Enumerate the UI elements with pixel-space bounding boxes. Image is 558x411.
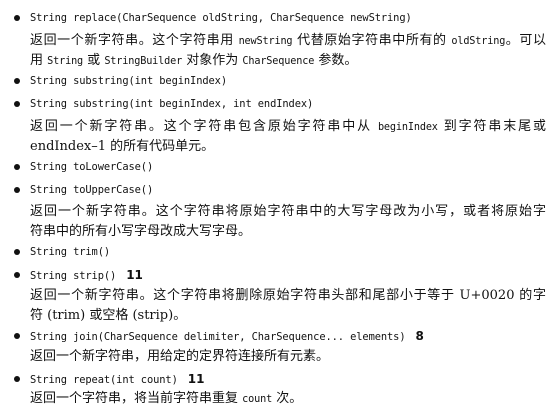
method-entry-substring: String substring(int beginIndex) bbox=[0, 71, 558, 93]
method-entry-substring-range: String substring(int beginIndex, int end… bbox=[0, 94, 558, 116]
method-entry-join: String join(CharSequence delimiter, Char… bbox=[0, 326, 558, 348]
api-method-list: String replace(CharSequence oldString, C… bbox=[0, 0, 558, 409]
bullet-icon bbox=[14, 78, 20, 84]
signature-text: String replace(CharSequence oldString, C… bbox=[30, 12, 412, 24]
description-text: 用 String 或 StringBuilder 对象作为 CharSequen… bbox=[30, 53, 358, 68]
method-description-line: 返回一个新字符串。这个字符串将原始字符串中的大写字母改为小写，或者将原始字 bbox=[0, 202, 558, 224]
bullet-icon bbox=[14, 376, 20, 382]
inline-code: beginIndex bbox=[377, 122, 438, 133]
bullet-icon bbox=[14, 272, 20, 278]
method-signature-replace: String replace(CharSequence oldString, C… bbox=[30, 9, 412, 27]
signature-text: String repeat(int count) bbox=[30, 374, 178, 386]
bullet-icon bbox=[14, 187, 20, 193]
description-text: 返回一个新字符串。这个字符串用 newString 代替原始字符串中所有的 ol… bbox=[30, 33, 546, 48]
version-badge: 8 bbox=[415, 329, 424, 343]
method-entry-tolowercase: String toLowerCase() bbox=[0, 157, 558, 179]
method-entry-repeat: String repeat(int count) 11 bbox=[0, 369, 558, 391]
version-badge: 11 bbox=[126, 268, 143, 282]
method-description-line: 符 (trim) 或空格 (strip)。 bbox=[0, 306, 558, 328]
method-description-line: 返回一个新字符串。这个字符串用 newString 代替原始字符串中所有的 ol… bbox=[0, 31, 558, 53]
signature-text: String toLowerCase() bbox=[30, 161, 154, 173]
method-signature-trim: String trim() bbox=[30, 243, 110, 261]
signature-text: String strip() bbox=[30, 270, 117, 282]
description-text: 返回一个字符串，将当前字符串重复 count 次。 bbox=[30, 391, 303, 406]
method-description-line: 返回一个新字符串，用给定的定界符连接所有元素。 bbox=[0, 347, 558, 369]
description-text: 返回一个新字符串。这个字符串包含原始字符串中从 beginIndex 到字符串末… bbox=[30, 119, 546, 134]
signature-text: String toUpperCase() bbox=[30, 184, 154, 196]
bullet-icon bbox=[14, 164, 20, 170]
inline-code: newString bbox=[238, 36, 293, 47]
inline-code: count bbox=[242, 394, 273, 405]
description-text: 返回一个新字符串。这个字符串将删除原始字符串头部和尾部小于等于 U+0020 的… bbox=[30, 288, 546, 303]
method-description-line: 返回一个新字符串。这个字符串包含原始字符串中从 beginIndex 到字符串末… bbox=[0, 117, 558, 139]
signature-text: String join(CharSequence delimiter, Char… bbox=[30, 331, 406, 343]
bullet-icon bbox=[14, 333, 20, 339]
inline-code: String bbox=[47, 56, 84, 67]
method-entry-trim: String trim() bbox=[0, 242, 558, 264]
method-description-line: 符串中的所有小写字母改成大写字母。 bbox=[0, 222, 558, 244]
method-description-line: 返回一个字符串，将当前字符串重复 count 次。 bbox=[0, 389, 558, 411]
method-description-line: 用 String 或 StringBuilder 对象作为 CharSequen… bbox=[0, 51, 558, 73]
description-text: 返回一个新字符串，用给定的定界符连接所有元素。 bbox=[30, 349, 330, 364]
method-entry-strip: String strip() 11 bbox=[0, 265, 558, 287]
version-badge: 11 bbox=[187, 372, 205, 386]
method-signature-touppercase: String toUpperCase() bbox=[30, 181, 153, 199]
method-entry-replace: String replace(CharSequence oldString, C… bbox=[0, 8, 558, 30]
method-signature-join: String join(CharSequence delimiter, Char… bbox=[30, 327, 424, 346]
method-signature-strip: String strip() 11 bbox=[30, 266, 143, 285]
description-text: 返回一个新字符串。这个字符串将原始字符串中的大写字母改为小写，或者将原始字 bbox=[30, 204, 546, 219]
method-description-line: endIndex–1 的所有代码单元。 bbox=[0, 137, 558, 159]
bullet-icon bbox=[14, 101, 20, 107]
signature-text: String substring(int beginIndex) bbox=[30, 75, 227, 87]
inline-code: StringBuilder bbox=[104, 56, 183, 67]
description-text: 符串中的所有小写字母改成大写字母。 bbox=[30, 224, 252, 239]
inline-code: oldString bbox=[451, 36, 506, 47]
description-text: 符 (trim) 或空格 (strip)。 bbox=[30, 308, 187, 323]
signature-text: String substring(int beginIndex, int end… bbox=[30, 98, 314, 110]
method-signature-substring-range: String substring(int beginIndex, int end… bbox=[30, 95, 313, 113]
method-description-line: 返回一个新字符串。这个字符串将删除原始字符串头部和尾部小于等于 U+0020 的… bbox=[0, 286, 558, 308]
bullet-icon bbox=[14, 249, 20, 255]
method-signature-tolowercase: String toLowerCase() bbox=[30, 158, 153, 176]
description-text: endIndex–1 的所有代码单元。 bbox=[30, 139, 215, 154]
method-signature-substring: String substring(int beginIndex) bbox=[30, 72, 227, 90]
method-signature-repeat: String repeat(int count) 11 bbox=[30, 370, 204, 389]
method-entry-touppercase: String toUpperCase() bbox=[0, 180, 558, 202]
bullet-icon bbox=[14, 15, 20, 21]
signature-text: String trim() bbox=[30, 246, 111, 258]
inline-code: CharSequence bbox=[242, 56, 315, 67]
